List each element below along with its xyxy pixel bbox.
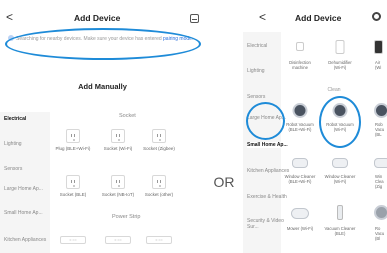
page-title: Add Device [295, 13, 342, 23]
category-sidebar: Electrical Lighting Sensors Large Home A… [243, 32, 293, 253]
section-power-strip: Power Strip [112, 214, 141, 220]
socket-icon[interactable] [111, 129, 125, 143]
robot-vacuum-icon [374, 103, 387, 118]
device-label: Ro Vacu (Bl [375, 226, 385, 241]
pairing-notice: Searching for nearby devices. Make sure … [8, 35, 198, 43]
power-strip-icon[interactable]: = ○○ [60, 236, 86, 244]
device-tile-disinfection[interactable]: Disinfection machine [284, 40, 316, 80]
robot-vacuum-icon [332, 103, 348, 118]
device-tile-robot-vacuum-ble[interactable]: Rob Vacu (BL [364, 103, 387, 145]
device-label: Plug (BLE+Wi-Fi) [55, 146, 91, 151]
device-tile-robot-vacuum-other[interactable]: Ro Vacu (Bl [364, 205, 387, 249]
or-separator: OR [213, 174, 235, 190]
device-tile-vacuum-cleaner[interactable]: Vacuum Cleaner (BLE) [324, 205, 356, 249]
device-tile-robot-vacuum-ble-wifi[interactable]: Robot Vacuum (BLE+Wi-Fi) [284, 103, 316, 145]
scan-icon[interactable] [190, 14, 199, 23]
device-label: Socket (Zigbee) [143, 146, 175, 151]
add-device-screen-right: < Add Device Electrical Lighting Sensors… [243, 0, 387, 253]
dehumidifier-icon [335, 40, 345, 54]
section-clean: Clean [327, 87, 341, 93]
section-socket: Socket [119, 113, 136, 119]
device-tile-robot-vacuum-wifi[interactable]: Robot Vacuum (Wi-Fi) [324, 103, 356, 145]
category-kitchen-appliances[interactable]: Kitchen Appliances [4, 237, 50, 243]
robot-vacuum-icon [292, 103, 308, 118]
device-label: Air (Wi [375, 60, 382, 70]
searching-icon [8, 35, 14, 41]
device-label: Win Clea (Zig [375, 174, 384, 189]
device-label: Window Cleaner (Wi-Fi) [324, 174, 356, 184]
socket-icon[interactable] [152, 129, 166, 143]
back-button[interactable]: < [259, 10, 266, 24]
category-sidebar: Electrical Lighting Sensors Large Home A… [0, 112, 50, 253]
window-cleaner-icon [332, 158, 348, 168]
device-tile-window-cleaner-zigbee[interactable]: Win Clea (Zig [364, 155, 387, 197]
device-label: Disinfection machine [289, 60, 311, 70]
category-lighting[interactable]: Lighting [4, 141, 50, 147]
highlight-circle [5, 28, 201, 60]
device-label: Socket (BLE) [59, 192, 87, 197]
category-small-home-appliances[interactable]: Small Home Ap... [4, 210, 50, 216]
add-manually-heading: Add Manually [78, 82, 127, 91]
device-tile-window-cleaner-ble-wifi[interactable]: Window Cleaner (BLE+Wi-Fi) [284, 155, 316, 197]
device-label: Rob Vacu (BL [375, 122, 385, 137]
device-label: Robot Vacuum (BLE+Wi-Fi) [286, 122, 314, 132]
device-label: Dehumidifier (Wi-Fi) [328, 60, 352, 70]
power-strip-icon[interactable]: = ○○ [105, 236, 131, 244]
page-title: Add Device [74, 13, 121, 23]
device-tile-window-cleaner-wifi[interactable]: Window Cleaner (Wi-Fi) [324, 155, 356, 197]
category-electrical[interactable]: Electrical [4, 116, 50, 122]
window-cleaner-icon [374, 158, 387, 168]
settings-icon[interactable] [372, 12, 381, 21]
device-label: Vacuum Cleaner (BLE) [324, 226, 356, 236]
category-large-home-appliances[interactable]: Large Home Ap... [4, 186, 50, 192]
air-purifier-icon [374, 40, 383, 54]
device-label: Window Cleaner (BLE+Wi-Fi) [284, 174, 316, 184]
device-label: Socket (Wi-Fi) [103, 146, 133, 151]
device-tile-air[interactable]: Air (Wi [364, 40, 387, 80]
plug-icon[interactable] [66, 129, 80, 143]
robot-vacuum-icon [374, 205, 387, 220]
vacuum-cleaner-icon [337, 205, 343, 220]
mower-icon [291, 208, 309, 219]
power-strip-icon[interactable]: = ○○ [146, 236, 172, 244]
device-tile-mower[interactable]: Mower (Wi-Fi) [284, 205, 316, 249]
disinfection-machine-icon [296, 42, 304, 51]
device-label: Robot Vacuum (Wi-Fi) [326, 122, 354, 132]
socket-icon[interactable] [152, 175, 166, 189]
socket-icon[interactable] [111, 175, 125, 189]
category-sensors[interactable]: Sensors [4, 166, 50, 172]
back-button[interactable]: < [6, 10, 13, 24]
add-device-screen-left: < Add Device Searching for nearby device… [0, 0, 205, 253]
device-label: Socket (other) [144, 192, 174, 197]
device-label: Socket (NB-IoT) [101, 192, 135, 197]
socket-icon[interactable] [66, 175, 80, 189]
pairing-mode-link[interactable]: pairing mode [163, 36, 192, 42]
category-sensors[interactable]: Sensors [247, 94, 293, 100]
device-label: Mower (Wi-Fi) [286, 226, 314, 231]
device-tile-dehumidifier[interactable]: Dehumidifier (Wi-Fi) [324, 40, 356, 80]
window-cleaner-icon [292, 158, 308, 168]
